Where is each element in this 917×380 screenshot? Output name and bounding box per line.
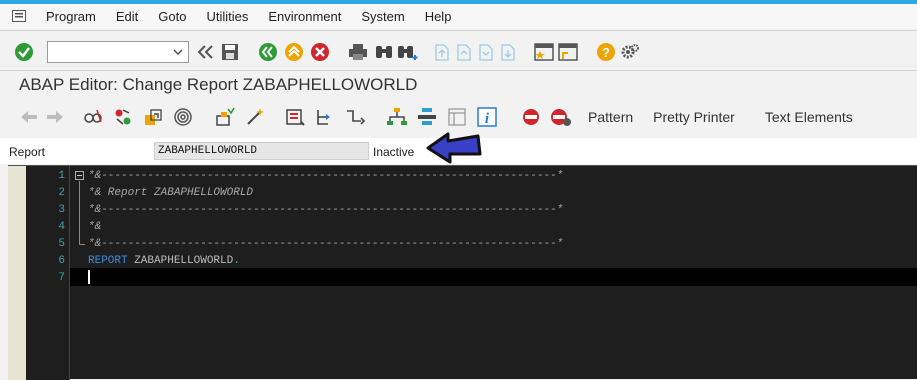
next-page-icon[interactable]: [475, 41, 497, 63]
report-label: Report: [9, 145, 46, 159]
report-name-value: ZABAPHELLOWORLD: [154, 142, 369, 160]
editor-margin: [8, 166, 26, 380]
menu-environment[interactable]: Environment: [264, 9, 345, 24]
code-line-2: *& Report ZABAPHELLOWORLD: [88, 187, 254, 199]
text-cursor: [88, 270, 90, 284]
first-page-icon[interactable]: [431, 41, 453, 63]
help-on-icon[interactable]: [416, 106, 438, 128]
line-number: 5: [58, 238, 65, 250]
pretty-printer-button[interactable]: Pretty Printer: [643, 109, 745, 125]
svg-text:?: ?: [602, 45, 610, 60]
other-object-icon[interactable]: [112, 106, 134, 128]
keyword-report: REPORT: [88, 255, 128, 267]
test-icon[interactable]: [284, 106, 306, 128]
current-line-highlight: [70, 268, 917, 286]
line-number: 4: [58, 221, 65, 233]
object-list-icon[interactable]: [314, 106, 336, 128]
prev-page-icon[interactable]: [453, 41, 475, 63]
code-line-5: *&--------------------------------------…: [88, 238, 564, 250]
menu-bar: Program Edit Goto Utilities Environment …: [0, 4, 917, 28]
create-session-icon[interactable]: [533, 41, 555, 63]
application-toolbar: i Pattern Pretty Printer Text Elements: [0, 101, 917, 133]
back-arrow-icon[interactable]: [18, 106, 40, 128]
divider: [0, 30, 917, 31]
info-icon[interactable]: [446, 106, 468, 128]
menu-edit[interactable]: Edit: [112, 9, 142, 24]
check-icon[interactable]: [214, 106, 236, 128]
pattern-button[interactable]: Pattern: [578, 109, 643, 125]
find-icon[interactable]: [373, 41, 395, 63]
command-field[interactable]: [47, 41, 189, 63]
back-green-icon[interactable]: [257, 41, 279, 63]
info-i-icon[interactable]: i: [476, 106, 498, 128]
menu-program[interactable]: Program: [42, 9, 100, 24]
system-menu-icon[interactable]: [8, 6, 30, 26]
enter-check-icon[interactable]: [13, 41, 35, 63]
code-line-4: *&: [88, 221, 102, 233]
statement-terminator: .: [233, 255, 240, 267]
external-breakpoint-icon[interactable]: [550, 106, 572, 128]
exit-icon[interactable]: [283, 41, 305, 63]
code-line-1: *&--------------------------------------…: [88, 170, 564, 182]
line-number: 3: [58, 204, 65, 216]
report-name-code: ZABAPHELLOWORLD: [127, 255, 234, 267]
chevron-down-icon[interactable]: [172, 45, 184, 63]
fold-guide-end: [79, 244, 85, 245]
page-title: ABAP Editor: Change Report ZABAPHELLOWOR…: [19, 75, 418, 94]
menu-help[interactable]: Help: [421, 9, 456, 24]
print-icon[interactable]: [347, 41, 369, 63]
activate-icon[interactable]: [244, 106, 266, 128]
shortcut-icon[interactable]: [557, 41, 579, 63]
back-icon[interactable]: [195, 41, 217, 63]
title-bar: ABAP Editor: Change Report ZABAPHELLOWOR…: [0, 70, 917, 100]
line-number: 1: [58, 170, 65, 182]
code-editor[interactable]: 1 2 3 4 5 6 7 *&------------------------…: [8, 165, 917, 380]
code-line-3: *&--------------------------------------…: [88, 204, 564, 216]
collapse-toggle-icon[interactable]: [75, 171, 84, 180]
fold-guide: [79, 181, 80, 244]
menu-utilities[interactable]: Utilities: [202, 9, 252, 24]
help-icon[interactable]: ?: [595, 41, 617, 63]
status-badge: Inactive: [373, 145, 415, 159]
menu-system[interactable]: System: [357, 9, 408, 24]
enhancement-icon[interactable]: [386, 106, 408, 128]
display-change-icon[interactable]: [82, 106, 104, 128]
where-used-icon[interactable]: [172, 106, 194, 128]
line-number-gutter: 1 2 3 4 5 6 7: [26, 166, 70, 380]
find-next-icon[interactable]: [397, 41, 419, 63]
menu-goto[interactable]: Goto: [154, 9, 190, 24]
system-toolbar: ?: [0, 34, 917, 70]
line-number: 2: [58, 187, 65, 199]
navigation-window-icon[interactable]: [344, 106, 366, 128]
cancel-icon[interactable]: [309, 41, 331, 63]
save-icon[interactable]: [219, 41, 241, 63]
active-inactive-icon[interactable]: [142, 106, 164, 128]
forward-arrow-icon[interactable]: [44, 106, 66, 128]
settings-gear-icon[interactable]: [619, 41, 641, 63]
line-number: 6: [58, 255, 65, 267]
line-number: 7: [58, 272, 65, 284]
text-elements-button[interactable]: Text Elements: [755, 109, 863, 125]
last-page-icon[interactable]: [497, 41, 519, 63]
annotation-arrow-icon: [424, 132, 484, 169]
code-line-6: REPORT ZABAPHELLOWORLD.: [88, 255, 240, 267]
breakpoint-set-icon[interactable]: [520, 106, 542, 128]
